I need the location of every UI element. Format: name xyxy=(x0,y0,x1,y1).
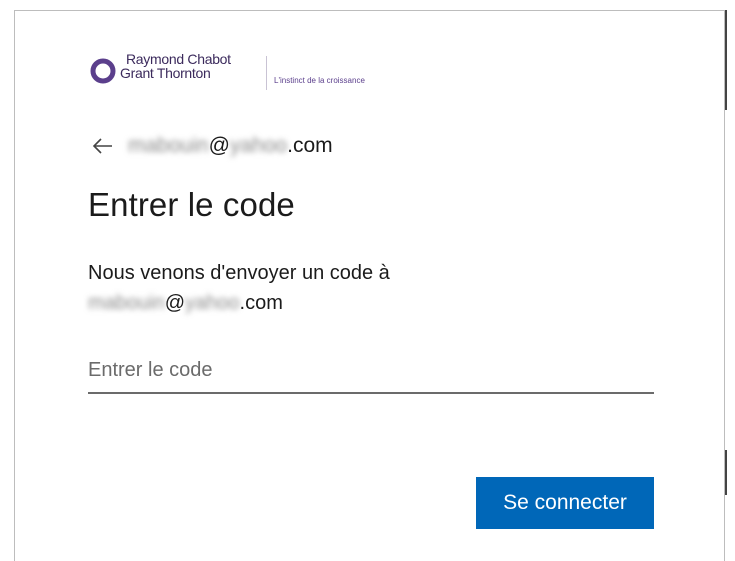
account-identity[interactable]: mabouin @ yahoo .com xyxy=(92,134,333,158)
description-email-tld: .com xyxy=(239,292,283,314)
description-email-local-redacted: mabouin xyxy=(88,292,165,314)
email-local-redacted: mabouin xyxy=(128,134,209,157)
page: Raymond Chabot Grant Thornton L'instinct… xyxy=(0,0,735,561)
brand-name: Raymond Chabot Grant Thornton xyxy=(120,52,231,80)
logo-ring-icon xyxy=(90,58,116,84)
edge-mark-bottom xyxy=(725,450,727,495)
description-email: mabouin@yahoo.com xyxy=(88,288,390,318)
arrow-left-icon[interactable] xyxy=(92,136,114,156)
brand-name-line2: Grant Thornton xyxy=(120,65,211,81)
email-at: @ xyxy=(208,134,230,157)
email-domain-redacted: yahoo xyxy=(229,134,288,157)
page-title: Entrer le code xyxy=(88,186,295,223)
brand-tagline: L'instinct de la croissance xyxy=(274,76,365,85)
code-sent-message: Nous venons d'envoyer un code à mabouin@… xyxy=(88,258,390,318)
description-email-at: @ xyxy=(164,292,186,314)
signin-button[interactable]: Se connecter xyxy=(476,477,654,529)
code-input[interactable] xyxy=(88,348,654,394)
brand-logo: Raymond Chabot Grant Thornton L'instinct… xyxy=(76,42,426,98)
edge-mark-top xyxy=(725,10,727,110)
logo-divider xyxy=(266,56,267,90)
description-line1: Nous venons d'envoyer un code à xyxy=(88,262,390,284)
brand-name-line1: Raymond Chabot xyxy=(126,51,231,67)
description-email-domain-redacted: yahoo xyxy=(185,292,240,314)
email-tld: .com xyxy=(287,134,333,157)
